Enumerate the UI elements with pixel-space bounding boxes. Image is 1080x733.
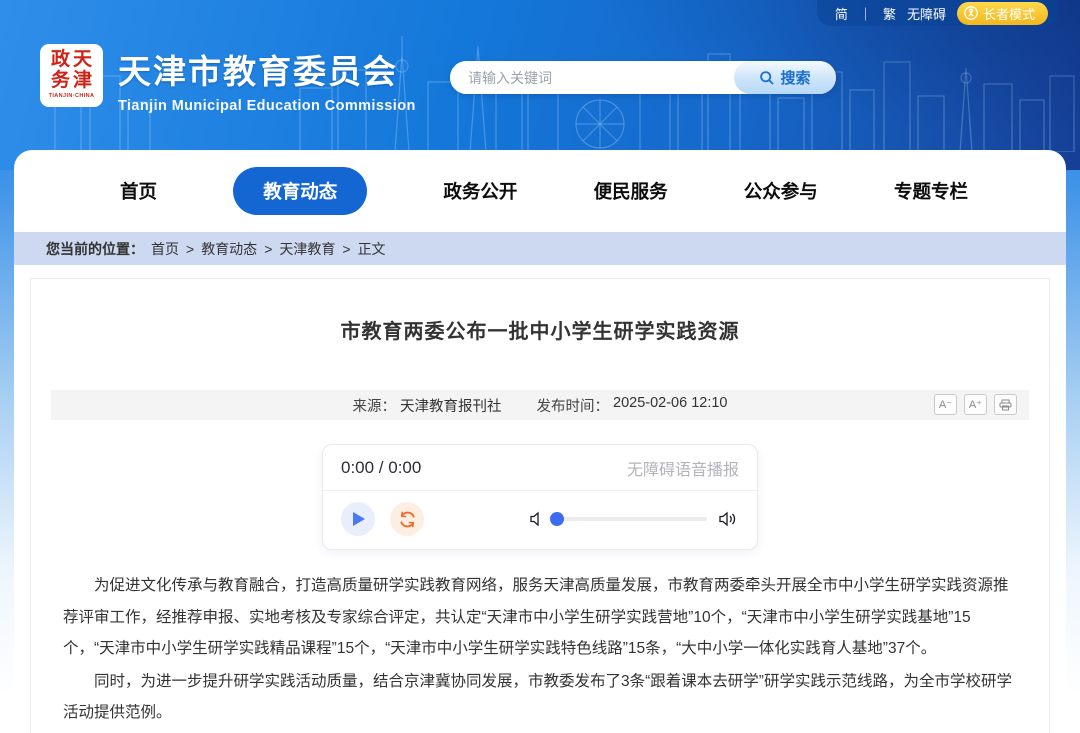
printer-icon: [999, 399, 1012, 411]
print-button[interactable]: [994, 394, 1017, 415]
seal-char: 津: [72, 70, 94, 91]
content-card: 首页 教育动态 政务公开 便民服务 公众参与 专题专栏 您当前的位置： 首页 >…: [14, 150, 1066, 733]
nav-item-special-columns[interactable]: 专题专栏: [894, 178, 968, 204]
font-decrease-button[interactable]: A⁻: [934, 394, 957, 415]
main-nav: 首页 教育动态 政务公开 便民服务 公众参与 专题专栏: [14, 150, 1066, 232]
seal-char: 天: [72, 49, 94, 70]
accessibility-link[interactable]: 无障碍: [907, 4, 946, 23]
lang-divider: ｜: [859, 4, 872, 23]
article-title: 市教育两委公布一批中小学生研学实践资源: [51, 315, 1029, 344]
replay-button[interactable]: [390, 502, 424, 536]
play-button[interactable]: [341, 502, 375, 536]
nav-item-participation[interactable]: 公众参与: [744, 178, 818, 204]
search-button[interactable]: 搜索: [734, 61, 836, 94]
article-container: 市教育两委公布一批中小学生研学实践资源 来源： 天津教育报刊社 发布时间： 20…: [30, 278, 1050, 733]
breadcrumb-tianjin-education[interactable]: 天津教育: [279, 239, 335, 259]
site-search: 搜索: [450, 61, 836, 94]
nav-item-home[interactable]: 首页: [120, 178, 157, 204]
article-paragraph: 下一步，市教育两委将继续深入落实全国教育大会和全市教育大会关于实践育人的重要要求…: [63, 730, 1017, 733]
elder-mode-button[interactable]: 长者模式: [957, 2, 1048, 25]
elder-person-icon: [964, 6, 978, 20]
article-body: 为促进文化传承与教育融合，打造高质量研学实践教育网络，服务天津高质量发展，市教育…: [51, 570, 1029, 733]
article-paragraph: 为促进文化传承与教育融合，打造高质量研学实践教育网络，服务天津高质量发展，市教育…: [63, 570, 1017, 665]
play-icon: [351, 511, 366, 527]
volume-slider[interactable]: [557, 517, 707, 521]
tianjin-gov-seal-logo: 政 天 务 津 TIANJIN·CHINA: [40, 44, 103, 107]
site-header: 简 ｜ 繁 无障碍 长者模式 政 天 务 津 TIANJIN·CHINA 天津市…: [0, 0, 1080, 170]
article-paragraph: 同时，为进一步提升研学实践活动质量，结合京津冀协同发展，市教委发布了3条“跟着课…: [63, 666, 1017, 729]
player-caption: 无障碍语音播报: [627, 456, 739, 480]
source-value: 天津教育报刊社: [400, 395, 502, 416]
quick-settings-bar: 简 ｜ 繁 无障碍 长者模式: [817, 0, 1058, 26]
article-meta-bar: 来源： 天津教育报刊社 发布时间： 2025-02-06 12:10 A⁻ A⁺: [51, 390, 1029, 420]
publish-time-value: 2025-02-06 12:10: [613, 395, 728, 416]
seal-caption: TIANJIN·CHINA: [49, 93, 95, 99]
site-subtitle: Tianjin Municipal Education Commission: [118, 98, 416, 114]
lang-simplified-link[interactable]: 简: [835, 4, 848, 23]
breadcrumb-home[interactable]: 首页: [151, 239, 179, 259]
breadcrumb-education-news[interactable]: 教育动态: [201, 239, 257, 259]
breadcrumb-label: 您当前的位置：: [46, 239, 144, 259]
volume-up-icon[interactable]: [718, 511, 739, 527]
volume-slider-thumb[interactable]: [550, 512, 564, 526]
seal-char: 政: [50, 49, 72, 70]
audio-player: 0:00 / 0:00 无障碍语音播报: [322, 444, 758, 550]
nav-item-education-news[interactable]: 教育动态: [233, 167, 367, 215]
nav-item-services[interactable]: 便民服务: [594, 178, 668, 204]
publish-time-label: 发布时间：: [537, 395, 610, 416]
source-label: 来源：: [353, 395, 397, 416]
player-time: 0:00 / 0:00: [341, 458, 421, 478]
breadcrumb-separator: >: [186, 241, 194, 257]
font-increase-button[interactable]: A⁺: [964, 394, 987, 415]
site-title: 天津市教育委员会: [118, 45, 416, 93]
breadcrumb: 您当前的位置： 首页 > 教育动态 > 天津教育 > 正文: [14, 232, 1066, 265]
breadcrumb-separator: >: [342, 241, 350, 257]
volume-mute-icon[interactable]: [529, 511, 546, 527]
search-button-label: 搜索: [780, 67, 810, 88]
seal-char: 务: [50, 70, 72, 91]
elder-mode-label: 长者模式: [983, 4, 1035, 23]
nav-item-gov-info[interactable]: 政务公开: [443, 178, 517, 204]
breadcrumb-current: 正文: [358, 239, 386, 259]
replay-icon: [398, 510, 417, 529]
search-input[interactable]: [450, 61, 734, 94]
site-brand: 政 天 务 津 TIANJIN·CHINA 天津市教育委员会 Tianjin M…: [40, 44, 416, 114]
search-icon: [759, 70, 775, 86]
breadcrumb-separator: >: [264, 241, 272, 257]
lang-traditional-link[interactable]: 繁: [883, 4, 896, 23]
